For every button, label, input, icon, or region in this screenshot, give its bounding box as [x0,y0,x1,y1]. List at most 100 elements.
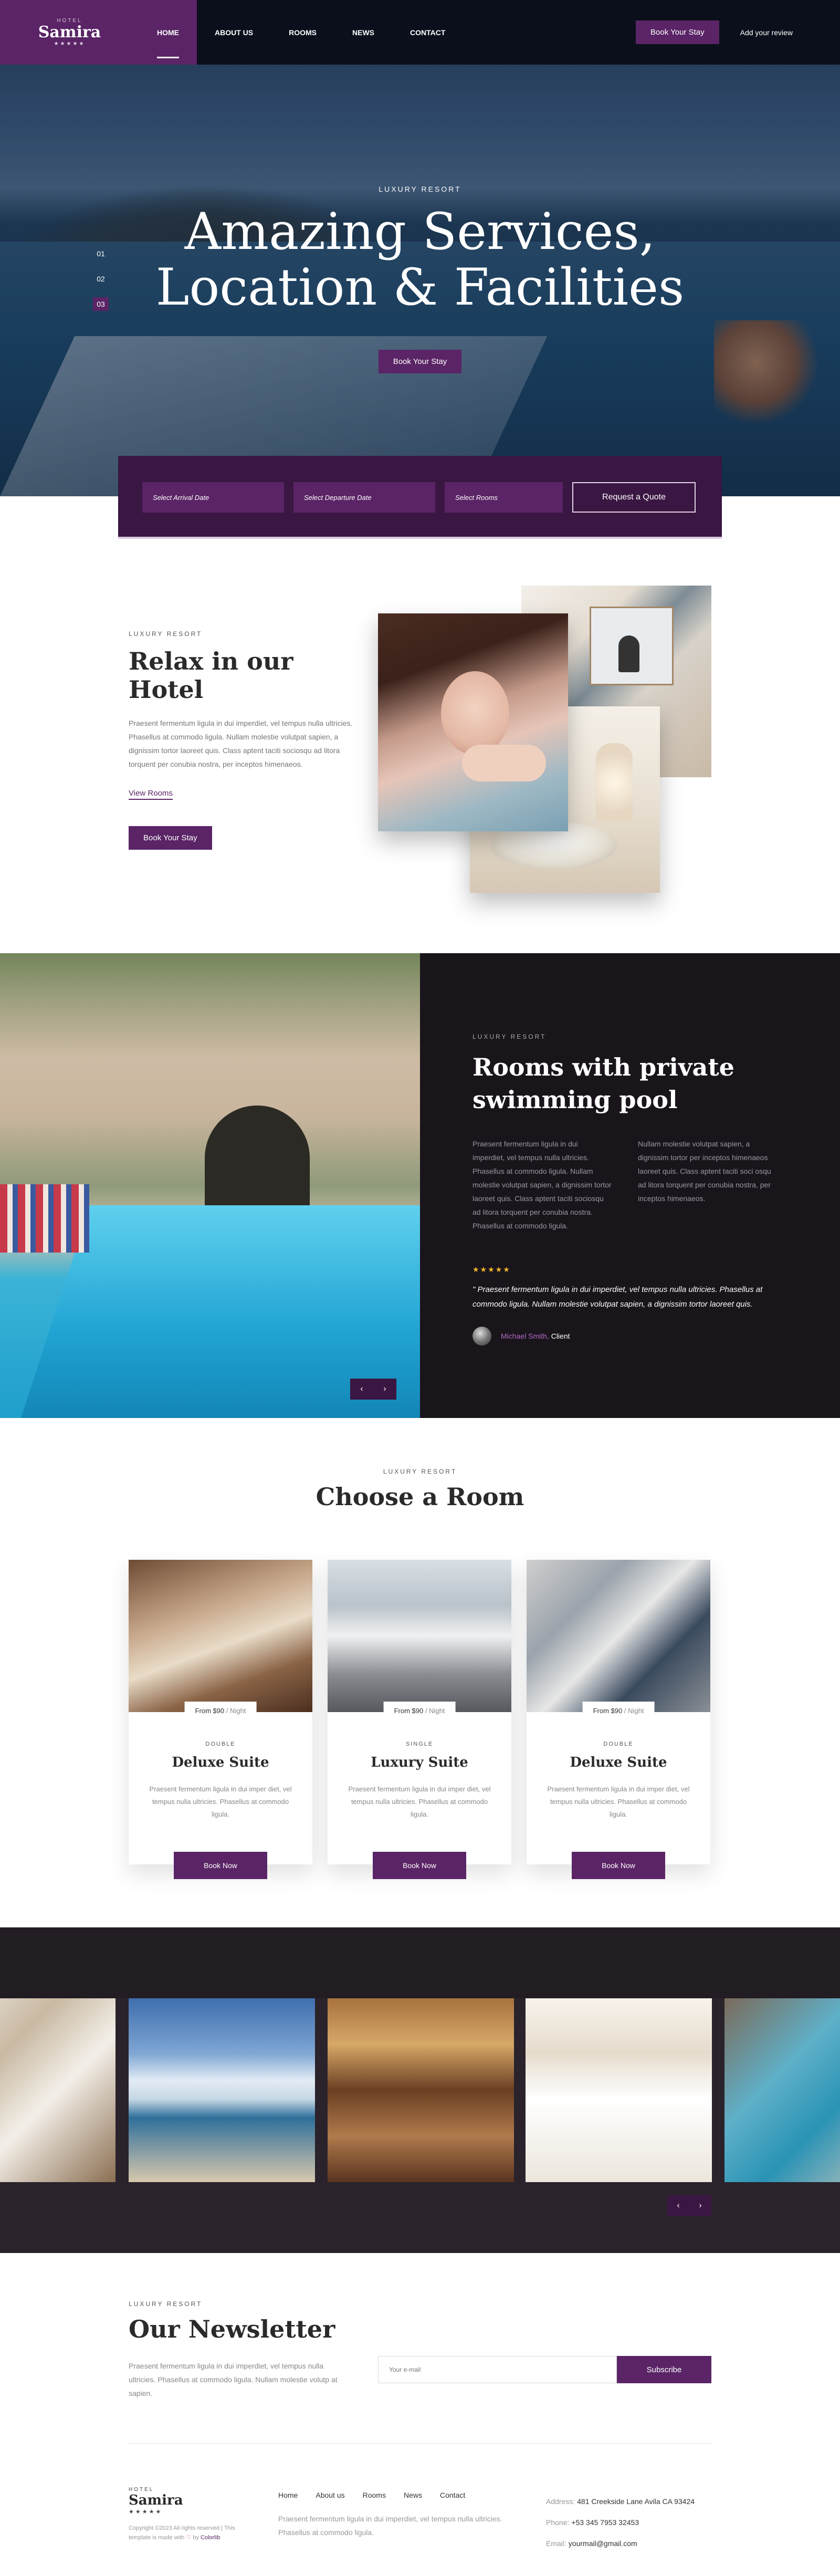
book-now-button[interactable]: Book Now [174,1852,267,1879]
book-now-button[interactable]: Book Now [572,1852,665,1879]
gallery-image-staircase[interactable] [0,1998,116,2182]
hero-kicker: LUXURY RESORT [379,185,461,193]
hero-title-line1: Amazing Services, [184,202,656,261]
price-tag: From $90 / Night [582,1702,655,1720]
hero-title: Amazing Services, Location & Facilities [0,204,840,315]
price-tag: From $90 / Night [184,1702,257,1720]
email-field[interactable] [378,2356,617,2383]
email-value[interactable]: yourmail@gmail.com [569,2539,637,2548]
pool-title: Rooms with private swimming pool [472,1051,788,1116]
gallery-image-beach[interactable] [129,1998,315,2182]
footer-link-about[interactable]: About us [316,2491,344,2499]
footer-description: Praesent fermentum ligula in dui imperdi… [278,2515,502,2537]
page: HOTEL Samira ★★★★★ HOME ABOUT US ROOMS N… [0,0,840,2576]
pool-kicker: LUXURY RESORT [472,1033,547,1040]
arrival-date-field[interactable]: Select Arrival Date [142,482,284,513]
room-type: DOUBLE [205,1741,236,1747]
room-description: Praesent fermentum ligula in dui imper d… [547,1785,690,1818]
footer-nav: Home About us Rooms News Contact [278,2491,465,2499]
phone-label: Phone: [546,2518,570,2527]
price-value: From $90 [394,1707,424,1715]
rooms-kicker: LUXURY RESORT [383,1468,457,1475]
room-card[interactable]: From $90 / Night SINGLE Luxury Suite Pra… [328,1560,511,1879]
pool-prev-arrow-icon[interactable]: ‹ [350,1379,373,1400]
logo-name: Samira [38,23,101,41]
header-book-button[interactable]: Book Your Stay [636,20,719,44]
gallery-prev-arrow-icon[interactable]: ‹ [667,2195,689,2216]
gallery-image-bedroom[interactable] [526,1998,712,2182]
testimonial-client: Michael Smith, Client [472,1327,788,1346]
footer-logo[interactable]: HOTEL Samira ★★★★★ Copyright ©2023 All r… [129,2487,257,2542]
site-header: HOTEL Samira ★★★★★ HOME ABOUT US ROOMS N… [0,0,840,65]
add-review-link[interactable]: Add your review [740,28,793,37]
relax-text: Praesent fermentum ligula in dui imperdi… [129,719,353,768]
nav-news[interactable]: NEWS [334,0,392,65]
pool-slider-arrows: ‹ › [350,1379,396,1400]
view-rooms-link[interactable]: View Rooms [129,789,173,800]
footer-link-contact[interactable]: Contact [440,2491,465,2499]
gallery-image-lobby[interactable] [328,1998,514,2182]
pool-text: LUXURY RESORT Rooms with private swimmin… [420,953,840,1418]
nav-home[interactable]: HOME [139,0,197,65]
rooms-select[interactable]: Select Rooms [445,482,563,513]
pool-image: ‹ › [0,953,420,1418]
pool-next-arrow-icon[interactable]: › [373,1379,396,1400]
copyright: Copyright ©2023 All rights reserved | Th… [129,2523,257,2542]
price-unit: / Night [224,1707,246,1715]
room-name: Deluxe Suite [570,1755,667,1770]
logo[interactable]: HOTEL Samira ★★★★★ [0,0,139,65]
footer-logo-name: Samira [129,2492,183,2508]
price-unit: / Night [423,1707,445,1715]
nav-contact[interactable]: CONTACT [392,0,463,65]
price-unit: / Night [622,1707,644,1715]
footer-logo-kicker: HOTEL [129,2487,154,2492]
pool-column-1: Praesent fermentum ligula in dui imperdi… [472,1140,612,1230]
gallery-arrows: ‹ › [667,2195,711,2216]
room-type: SINGLE [405,1741,434,1747]
newsletter-form: Subscribe [378,2356,711,2383]
newsletter-section: LUXURY RESORT Our Newsletter Praesent fe… [129,2300,711,2400]
testimonial-quote: " Praesent fermentum ligula in dui imper… [472,1285,763,1309]
newsletter-kicker: LUXURY RESORT [129,2300,203,2308]
client-name: Michael Smith, [501,1332,549,1340]
hero-book-button[interactable]: Book Your Stay [378,350,462,373]
request-quote-button[interactable]: Request a Quote [572,482,696,513]
room-card[interactable]: From $90 / Night DOUBLE Deluxe Suite Pra… [527,1560,710,1879]
price-value: From $90 [195,1707,225,1715]
footer-link-rooms[interactable]: Rooms [363,2491,386,2499]
pool-section: ‹ › LUXURY RESORT Rooms with private swi… [0,953,840,1418]
room-card[interactable]: From $90 / Night DOUBLE Deluxe Suite Pra… [129,1560,312,1879]
relax-section: LUXURY RESORT Relax in our Hotel Praesen… [129,630,365,850]
email-label: Email: [546,2539,566,2548]
main-nav: HOME ABOUT US ROOMS NEWS CONTACT [139,0,463,65]
address-value: 481 Creekside Lane Avila CA 93424 [577,2497,695,2506]
room-description: Praesent fermentum ligula in dui imper d… [149,1785,292,1818]
relax-book-button[interactable]: Book Your Stay [129,826,212,850]
room-description: Praesent fermentum ligula in dui imper d… [348,1785,491,1818]
pool-column-2: Nullam molestie volutpat sapien, a digni… [638,1140,771,1203]
footer-contact: Address: 481 Creekside Lane Avila CA 934… [546,2491,695,2554]
price-tag: From $90 / Night [383,1702,456,1720]
relax-kicker: LUXURY RESORT [129,630,203,638]
phone-value[interactable]: +53 345 7953 32453 [571,2518,639,2527]
room-image [129,1560,312,1712]
site-footer: HOTEL Samira ★★★★★ Copyright ©2023 All r… [129,2487,711,2560]
address-label: Address: [546,2497,575,2506]
room-image [527,1560,710,1712]
nav-rooms[interactable]: ROOMS [271,0,334,65]
heart-icon: ♡ [186,2535,192,2541]
departure-date-field[interactable]: Select Departure Date [293,482,435,513]
footer-link-news[interactable]: News [404,2491,422,2499]
relax-title: Relax in our Hotel [129,647,293,704]
gallery-image-pool[interactable] [724,1998,840,2182]
colorlib-link[interactable]: Colorlib [201,2535,220,2541]
subscribe-button[interactable]: Subscribe [617,2356,711,2383]
footer-link-home[interactable]: Home [278,2491,298,2499]
gallery-section: ‹ › [0,1927,840,2253]
header-actions: Book Your Stay Add your review [636,20,840,44]
gallery-next-arrow-icon[interactable]: › [689,2195,711,2216]
book-now-button[interactable]: Book Now [373,1852,466,1879]
rooms-header: LUXURY RESORT Choose a Room [0,1468,840,1511]
nav-about[interactable]: ABOUT US [197,0,271,65]
pool-title-line1: Rooms with private [472,1053,734,1081]
